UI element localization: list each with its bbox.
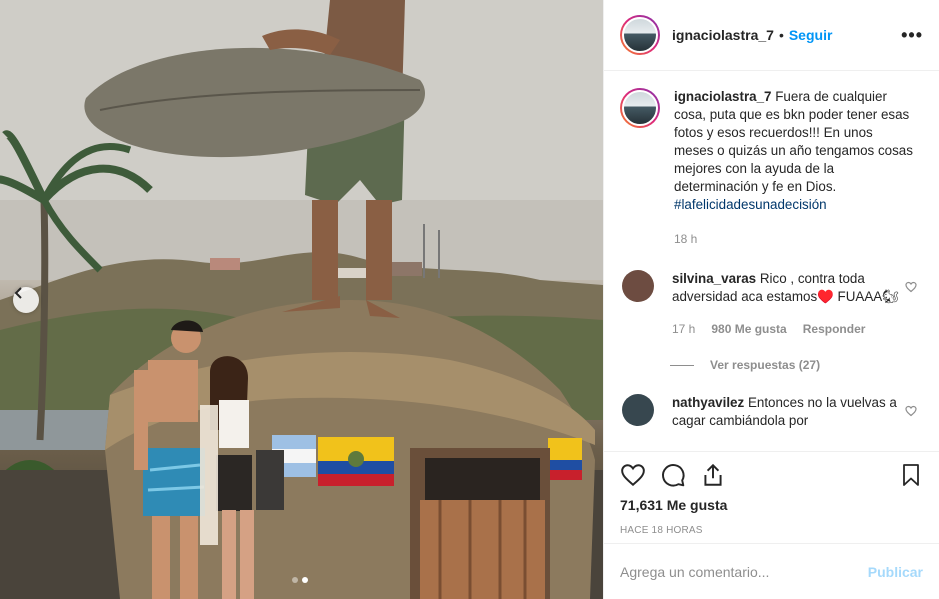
post-time-ago[interactable]: HACE 18 HORAS	[620, 525, 923, 536]
photo-illustration	[0, 0, 603, 599]
replies-line	[670, 364, 694, 366]
like-comment-heart-icon[interactable]	[905, 404, 917, 420]
action-bar	[620, 452, 923, 498]
caption-username[interactable]: ignaciolastra_7	[674, 89, 772, 104]
heart-icon[interactable]	[620, 462, 646, 488]
author-username[interactable]: ignaciolastra_7	[672, 27, 774, 43]
caption-time: 18 h	[674, 232, 698, 246]
author-avatar[interactable]	[620, 15, 660, 55]
carousel-dot-active	[302, 577, 308, 583]
view-replies-button[interactable]: Ver respuestas (27)	[670, 358, 923, 372]
caption-body: ignaciolastra_7 Fuera de cualquier cosa,…	[674, 88, 914, 248]
bookmark-icon[interactable]	[899, 462, 923, 488]
comment-time: 17 h	[672, 322, 696, 336]
post-header: ignaciolastra_7 • Seguir •••	[604, 0, 939, 71]
comment-input[interactable]	[620, 563, 868, 580]
caption-avatar[interactable]	[620, 88, 660, 128]
like-comment-heart-icon[interactable]	[905, 280, 917, 296]
post-side-panel: ignaciolastra_7 • Seguir ••• ignaciolast…	[603, 0, 939, 599]
follow-button[interactable]: Seguir	[789, 27, 833, 43]
comment-meta: 17 h 980 Me gusta Responder	[672, 320, 902, 338]
comment-body: silvina_varas Rico , contra toda adversi…	[672, 270, 902, 338]
post-photo[interactable]	[0, 0, 603, 599]
more-dots-icon: •••	[901, 24, 923, 45]
carousel-prev-button[interactable]	[13, 287, 39, 313]
view-replies-label: Ver respuestas (27)	[710, 358, 821, 372]
publish-button[interactable]: Publicar	[868, 564, 923, 580]
comment-item: silvina_varas Rico , contra toda adversi…	[620, 270, 923, 338]
caption-text: Fuera de cualquier cosa, puta que es bkn…	[674, 89, 913, 194]
reply-button[interactable]: Responder	[803, 320, 866, 338]
comment-username[interactable]: silvina_varas	[672, 271, 756, 286]
share-icon[interactable]	[700, 462, 726, 488]
likes-count[interactable]: 71,631 Me gusta	[620, 497, 923, 513]
carousel-dots	[292, 577, 308, 583]
comment-body: nathyavilez Entonces no la vuelvas a cag…	[672, 394, 902, 430]
comment-username[interactable]: nathyavilez	[672, 395, 744, 410]
comment-item: nathyavilez Entonces no la vuelvas a cag…	[620, 394, 923, 430]
commenter-avatar[interactable]	[622, 394, 654, 426]
add-comment-bar: Publicar	[604, 543, 939, 599]
carousel-dot	[292, 577, 298, 583]
caption-hashtag[interactable]: #lafelicidadesunadecisión	[674, 197, 827, 212]
comment-likes[interactable]: 980 Me gusta	[711, 320, 786, 338]
post-actions-area: 71,631 Me gusta HACE 18 HORAS	[604, 451, 939, 536]
more-options-button[interactable]: •••	[901, 25, 923, 46]
avatar-image	[622, 90, 658, 126]
header-separator: •	[778, 27, 784, 43]
comment-icon[interactable]	[660, 462, 686, 488]
post-caption: ignaciolastra_7 Fuera de cualquier cosa,…	[620, 88, 923, 248]
avatar-image	[622, 17, 658, 53]
comments-list[interactable]: ignaciolastra_7 Fuera de cualquier cosa,…	[604, 72, 939, 452]
chevron-left-icon	[14, 287, 22, 299]
commenter-avatar[interactable]	[622, 270, 654, 302]
